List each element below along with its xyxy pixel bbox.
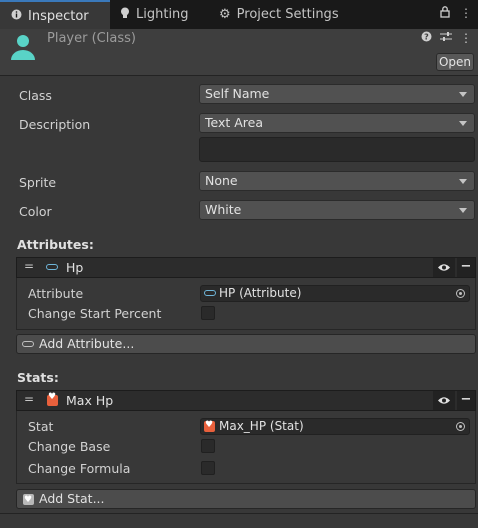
header-controls: ? ⋮ — [421, 31, 472, 45]
stat-object-field[interactable]: Max_HP (Stat) — [200, 418, 470, 435]
tab-label: Lighting — [136, 7, 189, 22]
change-start-percent-label: Change Start Percent — [28, 306, 162, 321]
attribute-icon — [204, 290, 216, 296]
help-icon[interactable]: ? — [421, 31, 432, 45]
add-attribute-label: Add Attribute... — [39, 336, 135, 351]
stat-field-label: Stat — [28, 419, 54, 434]
sprite-label: Sprite — [19, 175, 57, 190]
dropdown-arrow-icon — [459, 208, 467, 213]
tab-lighting[interactable]: Lighting — [120, 0, 189, 29]
inspector-header: Player (Class) ? ⋮ Open — [0, 29, 478, 76]
attribute-item-body: Attribute HP (Attribute) Change Start Pe… — [16, 278, 476, 330]
sprite-dropdown[interactable]: None — [199, 171, 475, 191]
description-text-area[interactable] — [199, 137, 475, 162]
tab-project-settings[interactable]: ⚙ Project Settings — [219, 0, 339, 29]
add-stat-button[interactable]: Add Stat... — [16, 489, 476, 509]
attribute-item-name: Hp — [66, 260, 84, 275]
more-options-icon[interactable]: ⋮ — [460, 6, 472, 21]
avatar-icon — [9, 33, 37, 64]
attribute-icon — [46, 264, 58, 270]
object-picker-icon[interactable] — [456, 422, 465, 431]
description-label: Description — [19, 117, 91, 132]
description-value: Text Area — [205, 115, 264, 130]
stat-icon — [204, 418, 215, 433]
tab-bar: Inspector Lighting ⚙ Project Settings ⋮ — [0, 0, 478, 30]
change-formula-label: Change Formula — [28, 461, 131, 476]
eye-icon[interactable] — [433, 258, 455, 277]
change-start-percent-checkbox[interactable] — [201, 306, 215, 320]
remove-stat-button[interactable]: − — [457, 391, 475, 410]
bottom-divider — [0, 513, 478, 514]
description-dropdown[interactable]: Text Area — [199, 113, 475, 133]
stats-title: Stats: — [17, 370, 59, 385]
change-base-checkbox[interactable] — [201, 439, 215, 453]
gear-icon: ⚙ — [219, 7, 231, 22]
attribute-item-header[interactable]: = Hp − — [16, 257, 476, 278]
object-picker-icon[interactable] — [456, 289, 465, 298]
tab-bar-controls: ⋮ — [440, 6, 472, 21]
tab-label: Project Settings — [236, 7, 339, 22]
attributes-title: Attributes: — [17, 237, 94, 252]
color-value: White — [205, 202, 242, 217]
info-icon — [11, 9, 22, 23]
stat-icon — [47, 392, 58, 406]
class-value: Self Name — [205, 86, 270, 101]
dropdown-arrow-icon — [459, 179, 467, 184]
drag-handle-icon[interactable]: = — [24, 259, 34, 273]
stat-item-name: Max Hp — [66, 393, 114, 408]
stat-icon — [23, 491, 34, 509]
lock-icon[interactable] — [440, 6, 450, 21]
open-button[interactable]: Open — [436, 53, 474, 71]
class-dropdown[interactable]: Self Name — [199, 84, 475, 104]
dropdown-arrow-icon — [459, 121, 467, 126]
more-options-icon[interactable]: ⋮ — [460, 31, 472, 45]
sprite-value: None — [205, 173, 238, 188]
settings-sliders-icon[interactable] — [440, 31, 452, 45]
remove-attribute-button[interactable]: − — [457, 258, 475, 277]
color-dropdown[interactable]: White — [199, 200, 475, 220]
drag-handle-icon[interactable]: = — [24, 392, 34, 406]
svg-text:?: ? — [424, 33, 429, 42]
add-attribute-button[interactable]: Add Attribute... — [16, 334, 476, 354]
change-formula-checkbox[interactable] — [201, 461, 215, 475]
attribute-field-label: Attribute — [28, 286, 84, 301]
class-label: Class — [19, 88, 52, 103]
attribute-object-field[interactable]: HP (Attribute) — [200, 285, 470, 302]
stat-object-value: Max_HP (Stat) — [219, 419, 304, 433]
attribute-icon — [22, 341, 34, 347]
stat-item-header[interactable]: = Max Hp − — [16, 390, 476, 411]
eye-icon[interactable] — [433, 391, 455, 410]
attribute-object-value: HP (Attribute) — [219, 286, 302, 300]
tab-label: Inspector — [28, 8, 89, 24]
add-stat-label: Add Stat... — [39, 491, 105, 506]
dropdown-arrow-icon — [459, 92, 467, 97]
page-title: Player (Class) — [47, 31, 136, 46]
tab-inspector[interactable]: Inspector — [0, 0, 110, 30]
color-label: Color — [19, 204, 52, 219]
bulb-icon — [120, 7, 130, 22]
stat-item-body: Stat Max_HP (Stat) Change Base Change Fo… — [16, 411, 476, 484]
change-base-label: Change Base — [28, 439, 111, 454]
